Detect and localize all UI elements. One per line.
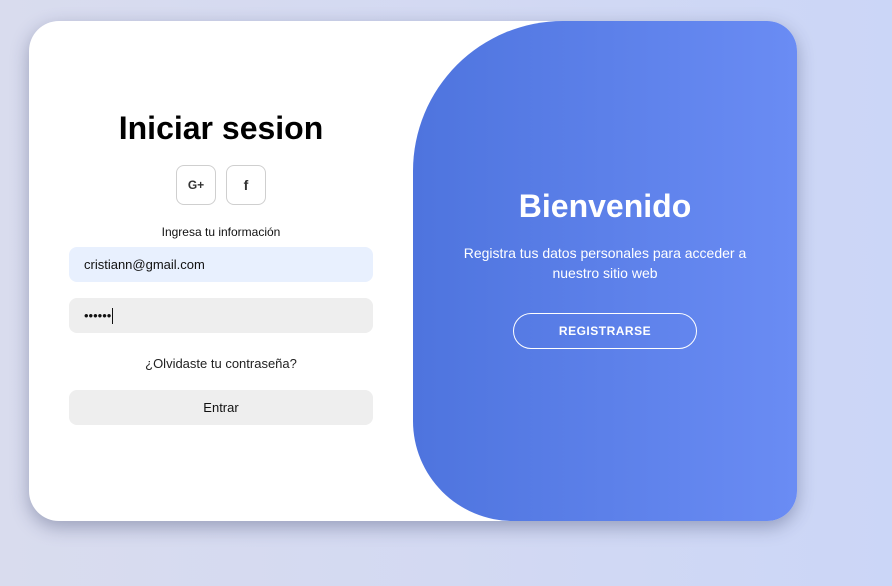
register-button[interactable]: REGISTRARSE [513, 313, 697, 349]
welcome-title: Bienvenido [518, 188, 692, 224]
forgot-password-link[interactable]: ¿Olvidaste tu contraseña? [145, 356, 297, 372]
password-value: •••••• [84, 308, 112, 323]
facebook-icon: f [243, 177, 249, 193]
login-button[interactable]: Entrar [69, 390, 373, 425]
social-login-group: G+ f [176, 165, 266, 205]
password-field[interactable]: •••••• [69, 298, 373, 333]
email-field[interactable] [69, 247, 373, 282]
google-login-button[interactable]: G+ [176, 165, 216, 205]
welcome-text: Registra tus datos personales para acced… [463, 245, 747, 281]
form-hint: Ingresa tu información [161, 225, 281, 239]
login-title: Iniciar sesion [118, 110, 324, 146]
login-form: Iniciar sesion G+ f Ingresa tu informaci… [29, 21, 413, 521]
facebook-login-button[interactable]: f [226, 165, 266, 205]
google-plus-icon: G+ [187, 178, 205, 192]
welcome-panel: Bienvenido Registra tus datos personales… [413, 21, 797, 521]
text-caret [112, 307, 114, 324]
auth-card: Iniciar sesion G+ f Ingresa tu informaci… [29, 21, 797, 521]
